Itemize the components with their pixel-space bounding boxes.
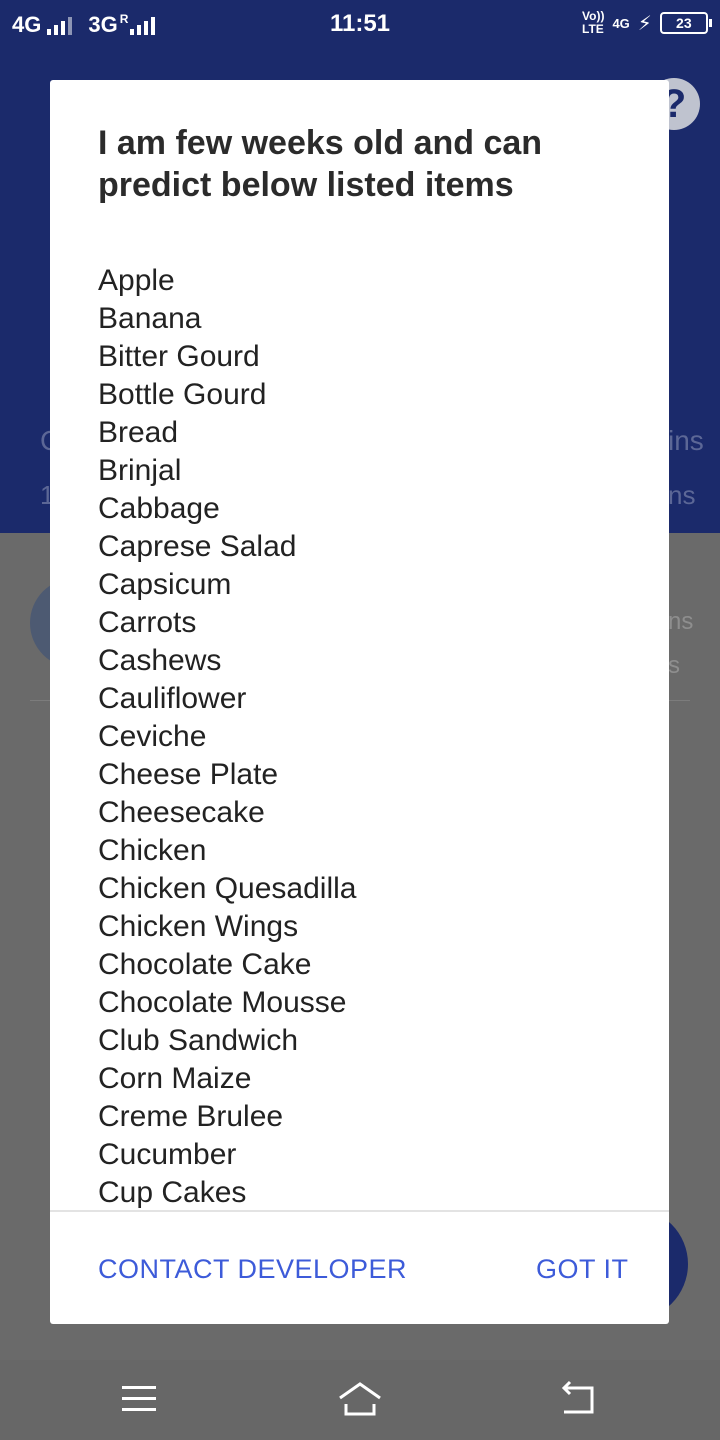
list-item: Bread <box>98 416 179 449</box>
list-item: Corn Maize <box>98 1062 252 1095</box>
list-item: Ceviche <box>98 720 207 753</box>
list-item: Club Sandwich <box>98 1024 299 1057</box>
network-type-3: 4G <box>612 15 630 31</box>
list-item: Chicken Quesadilla <box>98 872 357 905</box>
list-item: Cauliflower <box>98 682 247 715</box>
dialog-divider <box>50 1210 669 1212</box>
list-item: Apple <box>98 264 175 297</box>
background-row-subtext: s <box>668 652 680 679</box>
items-list[interactable]: Apple Banana Bitter Gourd Bottle Gourd Bread… <box>98 262 638 1210</box>
dialog-title: I am few weeks old and can predict below… <box>98 124 543 204</box>
predictable-items-dialog: I am few weeks old and can predict below… <box>50 80 669 1324</box>
list-item: Chicken <box>98 834 207 867</box>
list-item: Bitter Gourd <box>98 340 260 373</box>
home-icon[interactable] <box>336 1378 381 1422</box>
list-item: Cup Cakes <box>98 1176 247 1209</box>
list-item: Creme Brulee <box>98 1100 284 1133</box>
list-item: Cashews <box>98 644 222 677</box>
list-item: Bottle Gourd <box>98 378 267 411</box>
list-item: Cheesecake <box>98 796 265 829</box>
back-icon[interactable] <box>556 1378 600 1422</box>
contact-developer-button[interactable]: CONTACT DEVELOPER <box>98 1250 407 1288</box>
background-stat-label-right: ins <box>668 425 704 456</box>
list-item: Cheese Plate <box>98 758 279 791</box>
list-item: Banana <box>98 302 202 335</box>
background-row-text: ns <box>668 608 694 635</box>
list-item: Chocolate Mousse <box>98 986 347 1019</box>
list-item: Brinjal <box>98 454 182 487</box>
list-item: Chicken Wings <box>98 910 299 943</box>
list-item: Cucumber <box>98 1138 237 1171</box>
list-item: Capsicum <box>98 568 232 601</box>
charging-icon: ⚡ <box>637 12 652 35</box>
list-item: Caprese Salad <box>98 530 297 563</box>
got-it-button[interactable]: GOT IT <box>536 1250 629 1288</box>
navigation-bar <box>0 1360 720 1440</box>
volte-indicator: Vo)) LTE <box>582 9 605 36</box>
list-item: Cabbage <box>98 492 220 525</box>
background-stat-value-right: ns <box>668 480 696 510</box>
list-item: Chocolate Cake <box>98 948 312 981</box>
menu-icon[interactable] <box>118 1378 162 1422</box>
battery-icon: 23 <box>659 12 712 34</box>
status-bar: 4G 3G R 11:51 Vo)) LTE 4G ⚡ 23 <box>0 0 720 50</box>
list-item: Carrots <box>98 606 197 639</box>
status-right: Vo)) LTE 4G ⚡ 23 <box>582 9 712 36</box>
